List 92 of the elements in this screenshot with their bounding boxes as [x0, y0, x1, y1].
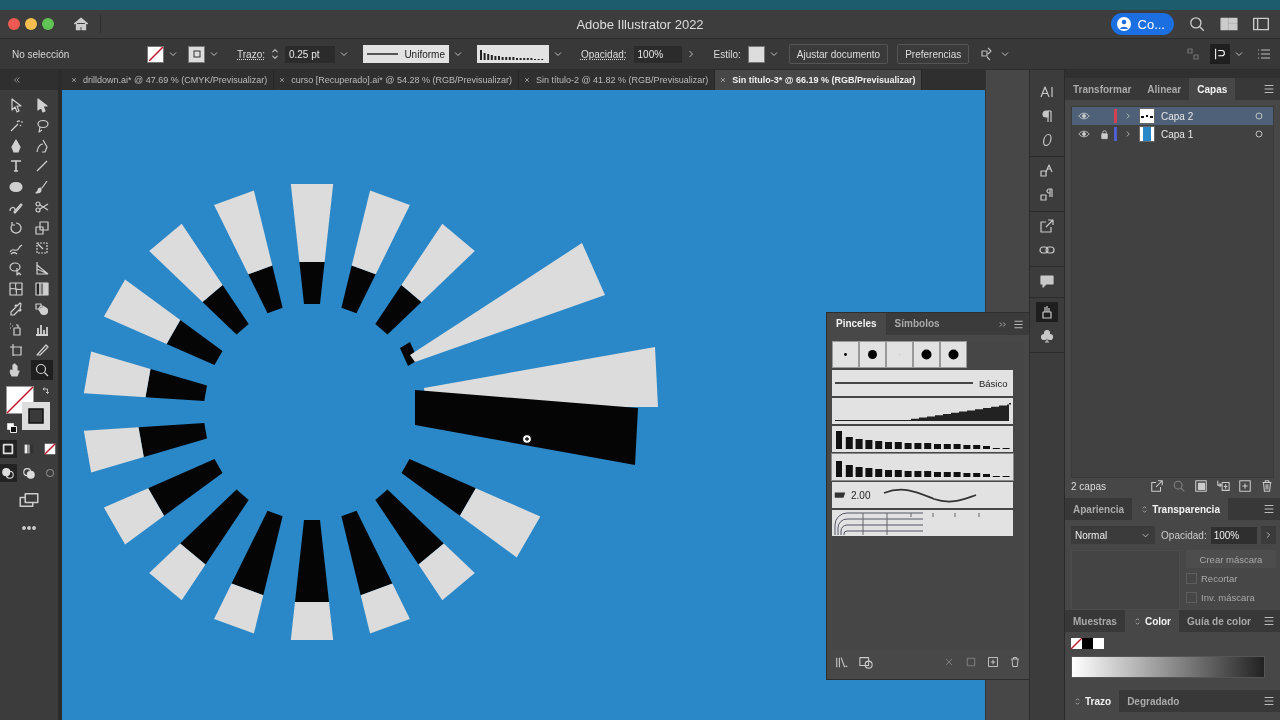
arrange-icon [1213, 47, 1227, 61]
stroke-swatch[interactable] [188, 45, 205, 63]
add-layer-icon[interactable] [1238, 479, 1252, 493]
collapse-icon[interactable] [12, 75, 22, 85]
layer-thumbnail [1139, 108, 1155, 124]
opacity-label: Opacidad: [1161, 529, 1207, 541]
layer-row[interactable]: Capa 2 [1072, 107, 1273, 125]
panel-tab[interactable]: Transparencia [1132, 498, 1228, 520]
swatch-icon[interactable] [1093, 638, 1104, 649]
color-mode-icon[interactable] [0, 440, 17, 459]
clipping-mask-icon[interactable] [1194, 479, 1208, 493]
panel-tab[interactable]: Transformar [1065, 78, 1140, 100]
slash-icon [148, 47, 163, 61]
brush-row[interactable] [832, 426, 1013, 452]
home-icon[interactable] [72, 15, 101, 33]
stroke-weight-field[interactable]: 0.25 pt [284, 45, 335, 63]
menu-icon[interactable] [1262, 82, 1276, 96]
panel-tab[interactable]: Pinceles [827, 313, 886, 335]
arrange-button[interactable] [1210, 44, 1230, 64]
blend-mode-dropdown[interactable]: Normal [1071, 526, 1156, 544]
trash-icon[interactable] [1260, 479, 1274, 493]
panel-tab[interactable]: Degradado [1119, 690, 1188, 712]
panel-tab[interactable]: Alinear [1139, 78, 1190, 100]
brush-size: 2.00 [851, 489, 871, 501]
zoom-icon[interactable] [31, 360, 53, 381]
color-ramp[interactable] [1071, 656, 1265, 678]
menu-icon[interactable] [1262, 694, 1276, 708]
layer-thumbnail [1139, 126, 1155, 142]
toolbar-button[interactable]: Preferencias [897, 44, 970, 64]
style-swatch[interactable] [747, 45, 765, 63]
eye-icon[interactable] [1078, 110, 1090, 122]
opacity-field[interactable]: 100% [1210, 526, 1258, 544]
target-icon[interactable] [1253, 128, 1265, 140]
stepper-icon [1073, 696, 1082, 706]
eye-icon[interactable] [1078, 128, 1090, 140]
opacity-field[interactable]: 100% [633, 45, 682, 63]
libraries-icon[interactable] [859, 655, 873, 669]
minimize-button[interactable] [25, 18, 37, 30]
menu-icon[interactable] [1262, 614, 1276, 628]
share-button[interactable]: Co... [1110, 13, 1174, 35]
layer-count: 2 capas [1071, 480, 1107, 492]
fill-swatch[interactable] [147, 45, 164, 63]
panel-tab[interactable]: Muestras [1065, 610, 1125, 632]
none-swatch-icon[interactable] [1071, 638, 1082, 649]
new-brush-icon[interactable] [987, 656, 999, 668]
selection-status: No selección [12, 48, 71, 60]
brush-row[interactable]: 2.00 [832, 482, 1013, 508]
layer-row[interactable]: Capa 1 [1072, 125, 1273, 143]
maximize-button[interactable] [42, 18, 54, 30]
toolbar-button[interactable]: Ajustar documento [788, 44, 889, 64]
stroke-swatch[interactable] [22, 402, 50, 431]
swatch-icon[interactable] [1082, 638, 1093, 649]
menu-icon[interactable] [1262, 502, 1276, 516]
close-icon[interactable] [69, 75, 79, 85]
panel-tab[interactable]: Símbolos [885, 313, 949, 335]
brushes-icon[interactable] [1036, 302, 1058, 322]
brush-row[interactable] [832, 398, 1013, 424]
draw-normal-icon[interactable] [0, 464, 17, 483]
panel-tab[interactable]: Color [1124, 610, 1179, 632]
panel-tab[interactable]: Trazo [1065, 690, 1120, 712]
square-icon [192, 50, 201, 58]
person-add-icon [1115, 16, 1132, 32]
close-button[interactable] [8, 18, 20, 30]
brush-tip-icon[interactable] [940, 341, 967, 368]
stroke-profile-dropdown[interactable]: Uniforme [362, 45, 449, 63]
stroke-label: Trazo: [237, 48, 265, 60]
panel-layout-icon[interactable] [1252, 15, 1270, 33]
opacity-label: Opacidad: [580, 48, 627, 60]
panel-tab[interactable]: Guía de color [1179, 610, 1259, 632]
style-label: Estilo: [713, 48, 741, 60]
brush-name: Básico [979, 377, 1008, 389]
zoom-cursor-icon [521, 433, 534, 446]
search-icon[interactable] [1188, 15, 1206, 33]
trash-icon[interactable] [1009, 656, 1021, 668]
brush-library-icon[interactable] [835, 655, 849, 669]
brush-tip-icon[interactable] [913, 341, 940, 368]
panel-tab[interactable]: Capas [1189, 78, 1236, 100]
new-sublayer-icon[interactable] [1216, 479, 1230, 493]
brush-tip-icon[interactable] [859, 341, 886, 368]
window-title: Adobe Illustrator 2022 [575, 16, 705, 32]
list-icon[interactable] [1256, 46, 1272, 62]
workspace-icon[interactable] [1220, 15, 1238, 33]
lock-icon[interactable] [1099, 128, 1110, 140]
default-colors-icon[interactable] [6, 422, 18, 435]
brush-definition-dropdown[interactable] [476, 45, 549, 63]
panel-tab[interactable]: Apariencia [1065, 498, 1133, 520]
stroke-line-icon [366, 52, 399, 56]
target-icon[interactable] [1253, 110, 1265, 122]
document-tab[interactable]: Sin título-3* @ 66.19 % (RGB/Previsualizar) [715, 70, 923, 90]
brush-row[interactable]: Básico [832, 370, 1013, 396]
brush-row[interactable] [832, 454, 1013, 480]
export-icon[interactable] [1150, 479, 1164, 493]
